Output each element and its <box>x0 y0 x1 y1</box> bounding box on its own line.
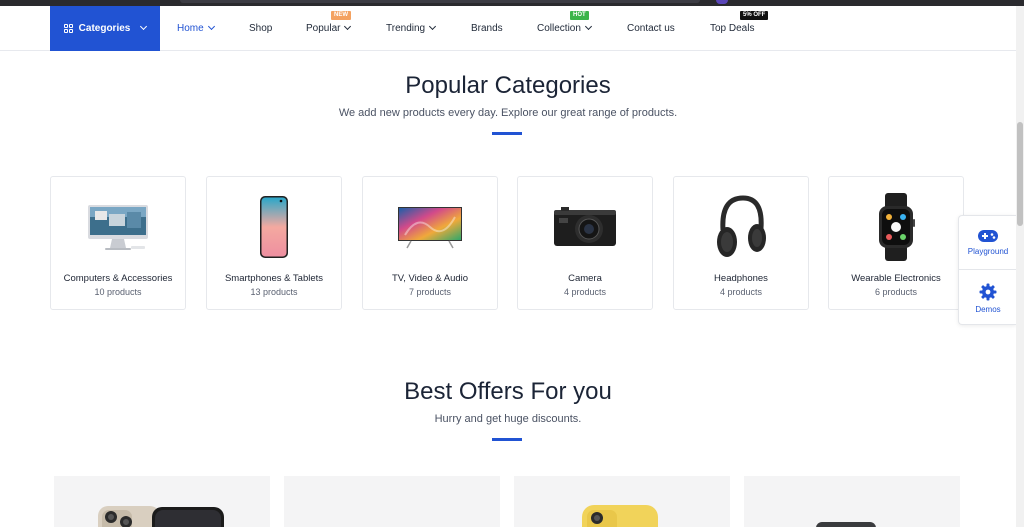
nav-home-label: Home <box>177 23 204 34</box>
gamepad-icon <box>978 230 998 242</box>
product-image <box>816 522 876 527</box>
category-name: Computers & Accessories <box>63 273 173 284</box>
offer-card[interactable] <box>284 476 500 527</box>
best-offers-title: Best Offers For you <box>404 378 612 405</box>
gear-icon <box>979 283 997 300</box>
nav-shop[interactable]: Shop <box>249 6 272 51</box>
category-name: Smartphones & Tablets <box>224 273 324 284</box>
offer-card[interactable] <box>54 476 270 527</box>
playground-label: Playground <box>967 247 1009 256</box>
nav-brands[interactable]: Brands <box>471 6 503 51</box>
product-image <box>98 506 224 527</box>
page: Categories Home Shop Popular NEW Trendin… <box>0 6 1016 527</box>
category-card-wearables[interactable]: Wearable Electronics 6 products <box>828 176 964 310</box>
scrollbar-thumb[interactable] <box>1017 122 1023 226</box>
chevron-down-icon <box>140 22 148 31</box>
chevron-down-icon <box>344 22 352 31</box>
chevron-down-icon <box>584 22 592 31</box>
offer-card[interactable] <box>514 476 730 527</box>
discount-badge: 5% OFF <box>740 11 769 20</box>
hot-badge: HOT <box>570 11 589 20</box>
category-count: 4 products <box>719 287 763 297</box>
nav-top-deals-label: Top Deals <box>710 23 755 34</box>
popular-categories-title: Popular Categories <box>405 72 611 99</box>
demos-label: Demos <box>975 304 1001 314</box>
chevron-down-icon <box>429 22 437 31</box>
title-underline <box>492 132 522 135</box>
category-card-tv[interactable]: TV, Video & Audio 7 products <box>362 176 498 310</box>
category-count: 10 products <box>94 287 142 297</box>
offer-card[interactable] <box>744 476 960 527</box>
nav-contact-us[interactable]: Contact us <box>627 6 675 51</box>
nav-collection-label: Collection <box>537 23 581 34</box>
category-name: Camera <box>568 273 602 284</box>
demos-button[interactable]: Demos <box>959 271 1016 325</box>
desktop-computer-icon <box>51 191 185 263</box>
grid-icon <box>63 24 73 33</box>
nav-trending[interactable]: Trending <box>386 6 437 51</box>
new-badge: NEW <box>331 11 351 20</box>
scrollbar[interactable] <box>1016 6 1024 527</box>
best-offers-subtitle: Hurry and get huge discounts. <box>434 413 582 425</box>
nav-home[interactable]: Home <box>177 6 215 51</box>
product-image <box>582 505 658 527</box>
headphones-icon <box>674 191 808 263</box>
category-card-smartphones[interactable]: Smartphones & Tablets 13 products <box>206 176 342 310</box>
nav-contact-label: Contact us <box>627 23 675 34</box>
tab-strip <box>180 0 700 3</box>
category-name: Wearable Electronics <box>851 273 941 284</box>
title-underline <box>492 438 522 441</box>
category-card-camera[interactable]: Camera 4 products <box>517 176 653 310</box>
main-navigation: Categories Home Shop Popular NEW Trendin… <box>0 6 1016 51</box>
category-count: 13 products <box>250 287 298 297</box>
categories-button[interactable]: Categories <box>50 6 160 51</box>
category-count: 4 products <box>563 287 607 297</box>
chevron-down-icon <box>207 22 215 31</box>
category-card-computers[interactable]: Computers & Accessories 10 products <box>50 176 186 310</box>
category-count: 7 products <box>408 287 452 297</box>
playground-button[interactable]: Playground <box>959 216 1016 270</box>
category-card-headphones[interactable]: Headphones 4 products <box>673 176 809 310</box>
television-icon <box>363 191 497 263</box>
category-name: TV, Video & Audio <box>391 273 469 284</box>
nav-trending-label: Trending <box>386 23 426 34</box>
camera-icon <box>518 191 652 263</box>
nav-shop-label: Shop <box>249 23 273 34</box>
nav-popular-label: Popular <box>306 23 341 34</box>
category-count: 6 products <box>874 287 918 297</box>
extension-indicator <box>716 0 728 4</box>
floating-side-widget: Playground Demos <box>958 215 1016 325</box>
popular-categories-subtitle: We add new products every day. Explore o… <box>338 107 678 119</box>
smartwatch-icon <box>829 191 963 263</box>
smartphone-icon <box>207 191 341 263</box>
categories-label: Categories <box>78 23 131 34</box>
category-name: Headphones <box>714 273 768 284</box>
nav-brands-label: Brands <box>471 23 503 34</box>
